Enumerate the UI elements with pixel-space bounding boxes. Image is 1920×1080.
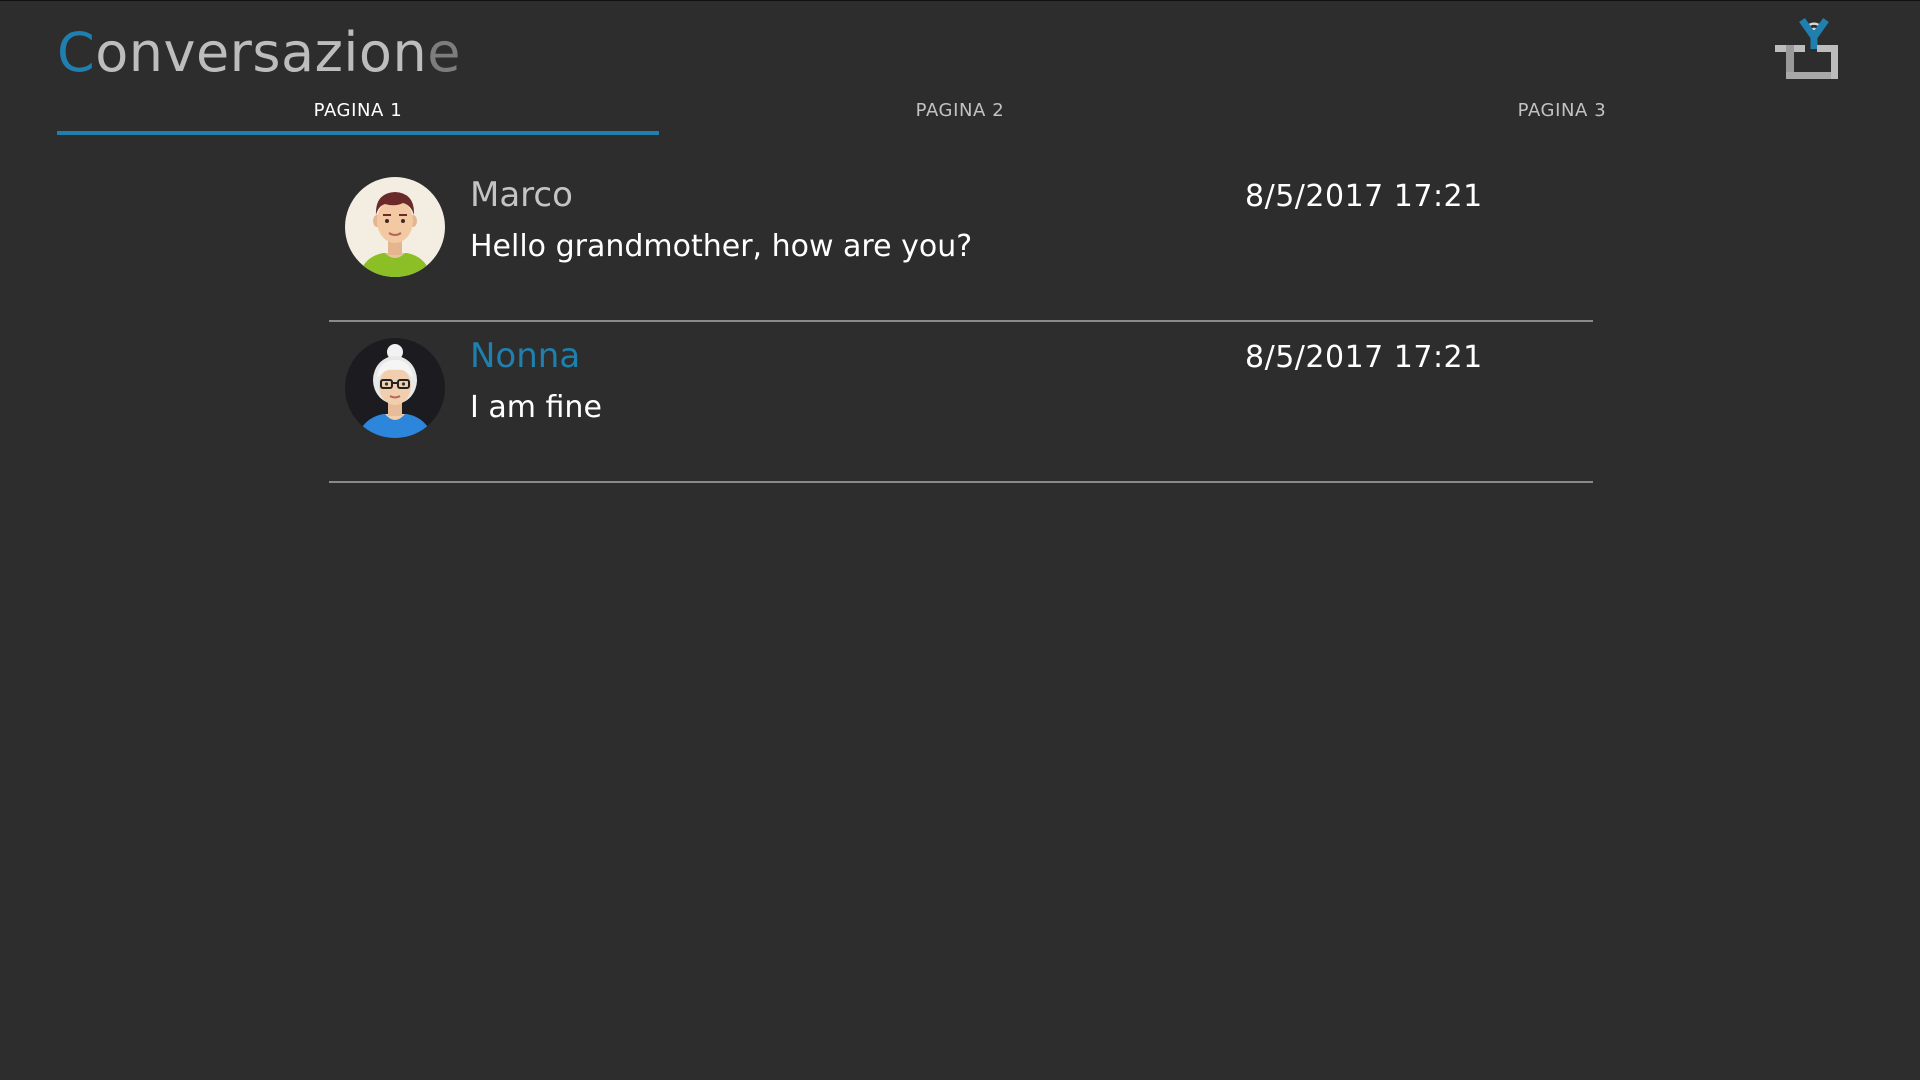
young-man-avatar-icon [345,177,445,277]
grandmother-avatar-icon [345,338,445,438]
message-item[interactable]: Marco Hello grandmother, how are you? 8/… [329,161,1593,322]
message-item[interactable]: Nonna I am fine 8/5/2017 17:21 [329,322,1593,483]
page-title: Conversazione [57,21,461,85]
message-text: I am fine [470,390,602,425]
title-first-letter: C [57,21,96,84]
title-middle: onversazion [95,21,428,84]
tab-pagina-3[interactable]: PAGINA 3 [1261,93,1863,135]
tab-pagina-1[interactable]: PAGINA 1 [57,93,659,135]
tv-wifi-logo-icon [1775,15,1843,85]
tab-pagina-2[interactable]: PAGINA 2 [659,93,1261,135]
message-timestamp: 8/5/2017 17:21 [1245,179,1483,214]
page-tabs: PAGINA 1 PAGINA 2 PAGINA 3 [57,93,1863,135]
message-list: Marco Hello grandmother, how are you? 8/… [329,161,1593,483]
message-sender: Nonna [470,336,581,376]
message-sender: Marco [470,175,573,215]
message-text: Hello grandmother, how are you? [470,229,973,264]
message-timestamp: 8/5/2017 17:21 [1245,340,1483,375]
conversation-screen: Conversazione PAGINA 1 PAGINA 2 PAGINA 3 [0,0,1920,1080]
title-last-letter: e [427,21,461,84]
